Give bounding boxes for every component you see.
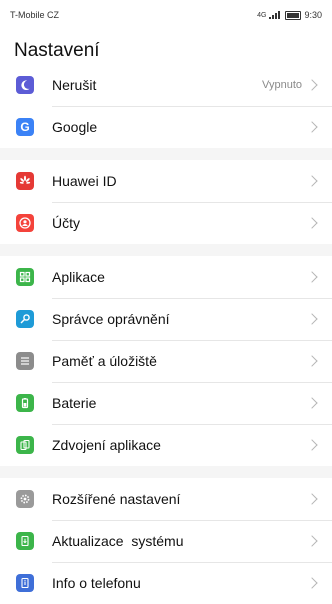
chevron-right-icon <box>306 439 318 451</box>
chevron-right-icon <box>306 217 318 229</box>
settings-item-info-o-telefonu[interactable]: Info o telefonu <box>0 562 332 604</box>
app-twin-icon <box>16 436 34 454</box>
network-type-label: 4G <box>257 11 267 19</box>
chevron-right-icon <box>306 493 318 505</box>
settings-group: Huawei ID Účty <box>0 160 332 244</box>
settings-list: Nerušit Vypnuto G Google Huawei ID Účty … <box>0 64 332 604</box>
settings-item-label: Aplikace <box>52 269 105 285</box>
settings-item-label: Účty <box>52 215 80 231</box>
chevron-right-icon <box>306 577 318 589</box>
chevron-right-icon <box>306 121 318 133</box>
settings-item-nerusit[interactable]: Nerušit Vypnuto <box>0 64 332 106</box>
settings-item-zdvojeni-aplikace[interactable]: Zdvojení aplikace <box>0 424 332 466</box>
system-update-icon <box>16 532 34 550</box>
settings-item-label: Baterie <box>52 395 97 411</box>
storage-icon <box>16 352 34 370</box>
settings-item-label: Nerušit <box>52 77 97 93</box>
settings-item-aktualizace-systemu[interactable]: Aktualizace systému <box>0 520 332 562</box>
settings-item-label: Huawei ID <box>52 173 117 189</box>
chevron-right-icon <box>306 535 318 547</box>
settings-group: Aplikace Správce oprávnění Paměť a úloži… <box>0 256 332 466</box>
battery-status-icon <box>285 10 302 20</box>
settings-item-huawei-id[interactable]: Huawei ID <box>0 160 332 202</box>
settings-item-label: Zdvojení aplikace <box>52 437 161 453</box>
carrier-label: T-Mobile CZ <box>10 10 60 20</box>
status-bar: T-Mobile CZ 4G 9:30 <box>0 0 332 30</box>
chevron-right-icon <box>306 355 318 367</box>
accounts-icon <box>16 214 34 232</box>
clock: 9:30 <box>304 10 322 20</box>
chevron-right-icon <box>306 271 318 283</box>
settings-item-label: Správce oprávnění <box>52 311 170 327</box>
settings-item-ucty[interactable]: Účty <box>0 202 332 244</box>
chevron-right-icon <box>306 397 318 409</box>
apps-icon <box>16 268 34 286</box>
battery-icon <box>16 394 34 412</box>
settings-item-label: Paměť a úložiště <box>52 353 157 369</box>
settings-item-label: Rozšířené nastavení <box>52 491 181 507</box>
page-title: Nastavení <box>14 40 100 61</box>
settings-item-value: Vypnuto <box>262 79 302 91</box>
settings-group: Nerušit Vypnuto G Google <box>0 64 332 148</box>
phone-info-icon <box>16 574 34 592</box>
settings-item-label: Google <box>52 119 98 135</box>
huawei-icon <box>16 172 34 190</box>
settings-item-aplikace[interactable]: Aplikace <box>0 256 332 298</box>
settings-item-pamet[interactable]: Paměť a úložiště <box>0 340 332 382</box>
settings-item-baterie[interactable]: Baterie <box>0 382 332 424</box>
settings-item-rozsirene-nastaveni[interactable]: Rozšířené nastavení <box>0 478 332 520</box>
settings-item-google[interactable]: G Google <box>0 106 332 148</box>
settings-item-spravce-opravneni[interactable]: Správce oprávnění <box>0 298 332 340</box>
chevron-right-icon <box>306 175 318 187</box>
settings-group: Rozšířené nastavení Aktualizace systému <box>0 478 332 604</box>
settings-item-label: Aktualizace systému <box>52 533 184 549</box>
key-icon <box>16 310 34 328</box>
signal-icon <box>269 11 282 19</box>
gear-icon <box>16 490 34 508</box>
moon-icon <box>16 76 34 94</box>
chevron-right-icon <box>306 79 318 91</box>
chevron-right-icon <box>306 313 318 325</box>
google-icon: G <box>16 118 34 136</box>
settings-item-label: Info o telefonu <box>52 575 141 591</box>
